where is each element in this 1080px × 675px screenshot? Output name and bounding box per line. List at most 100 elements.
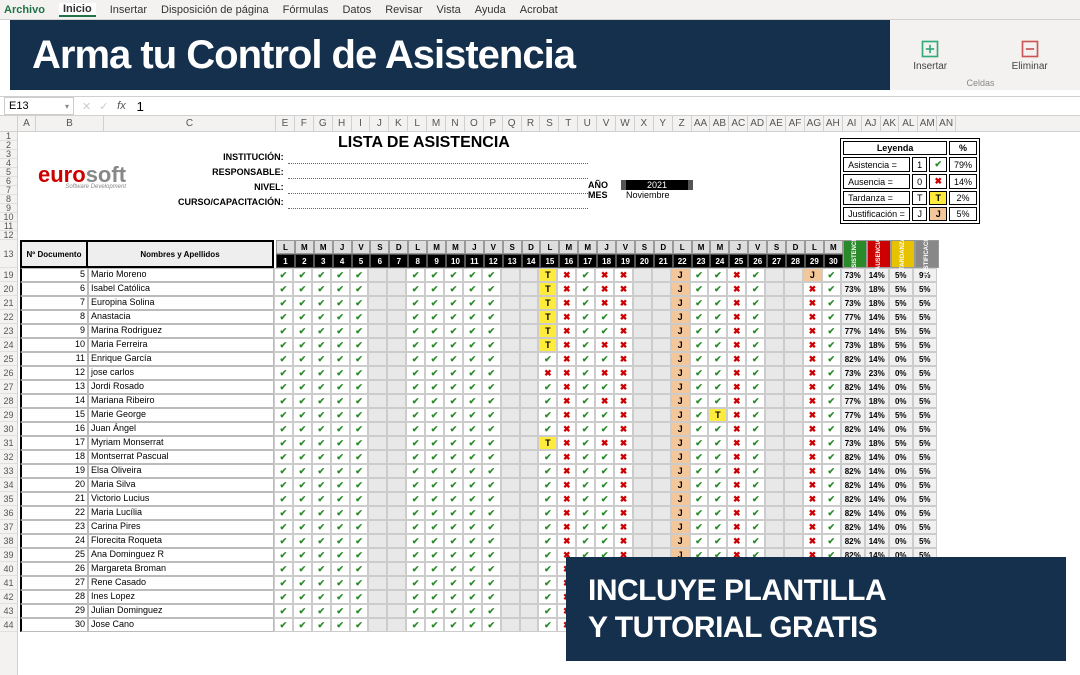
attendance-cell[interactable]: ✔: [595, 408, 614, 422]
attendance-cell[interactable]: ✖: [557, 282, 576, 296]
insert-cells-button[interactable]: Insertar: [913, 39, 947, 72]
attendance-cell[interactable]: [633, 296, 652, 310]
attendance-cell[interactable]: J: [671, 436, 690, 450]
attendance-cell[interactable]: ✖: [557, 394, 576, 408]
attendance-cell[interactable]: ✔: [406, 380, 425, 394]
attendance-cell[interactable]: ✔: [312, 464, 331, 478]
attendance-cell[interactable]: ✔: [425, 464, 444, 478]
attendance-cell[interactable]: ✔: [274, 534, 293, 548]
attendance-cell[interactable]: [387, 492, 406, 506]
attendance-cell[interactable]: ✖: [727, 324, 746, 338]
attendance-cell[interactable]: ✔: [406, 562, 425, 576]
attendance-cell[interactable]: ✔: [444, 576, 463, 590]
attendance-cell[interactable]: ✔: [293, 618, 312, 632]
attendance-cell[interactable]: ✔: [482, 422, 501, 436]
attendance-cell[interactable]: ✔: [690, 464, 709, 478]
attendance-cell[interactable]: ✔: [482, 282, 501, 296]
attendance-cell[interactable]: ✔: [274, 422, 293, 436]
attendance-cell[interactable]: [368, 352, 387, 366]
attendance-cell[interactable]: ✔: [312, 296, 331, 310]
col-B[interactable]: B: [36, 116, 104, 131]
attendance-cell[interactable]: [765, 408, 784, 422]
attendance-cell[interactable]: ✖: [727, 338, 746, 352]
attendance-cell[interactable]: ✔: [312, 590, 331, 604]
table-row[interactable]: 14Mariana Ribeiro✔✔✔✔✔✔✔✔✔✔✔✖✔✖✖J✔✔✖✔✖✔7…: [18, 394, 1080, 408]
attendance-cell[interactable]: ✖: [557, 436, 576, 450]
attendance-cell[interactable]: ✔: [746, 380, 765, 394]
attendance-cell[interactable]: [784, 352, 803, 366]
attendance-cell[interactable]: ✔: [482, 324, 501, 338]
col-H[interactable]: H: [333, 116, 352, 131]
attendance-cell[interactable]: [652, 408, 671, 422]
attendance-cell[interactable]: ✔: [746, 520, 765, 534]
attendance-cell[interactable]: ✖: [803, 394, 822, 408]
attendance-cell[interactable]: ✔: [425, 310, 444, 324]
attendance-cell[interactable]: ✔: [444, 548, 463, 562]
attendance-cell[interactable]: ✖: [727, 282, 746, 296]
attendance-cell[interactable]: ✔: [690, 478, 709, 492]
table-row[interactable]: 13Jordi Rosado✔✔✔✔✔✔✔✔✔✔✔✖✔✔✖J✔✔✖✔✖✔82%1…: [18, 380, 1080, 394]
attendance-cell[interactable]: ✔: [463, 618, 482, 632]
attendance-cell[interactable]: ✖: [727, 352, 746, 366]
table-row[interactable]: 17Myriam Monserrat✔✔✔✔✔✔✔✔✔✔T✖✔✖✖J✔✔✖✔✖✔…: [18, 436, 1080, 450]
attendance-cell[interactable]: ✔: [482, 576, 501, 590]
attendance-cell[interactable]: [387, 352, 406, 366]
attendance-cell[interactable]: ✔: [708, 478, 727, 492]
attendance-cell[interactable]: ✔: [538, 492, 557, 506]
attendance-cell[interactable]: ✔: [350, 534, 369, 548]
attendance-cell[interactable]: ✔: [406, 436, 425, 450]
attendance-cell[interactable]: ✔: [482, 394, 501, 408]
attendance-cell[interactable]: ✔: [482, 534, 501, 548]
attendance-cell[interactable]: [520, 366, 539, 380]
attendance-cell[interactable]: [652, 422, 671, 436]
attendance-cell[interactable]: [520, 478, 539, 492]
attendance-cell[interactable]: [633, 506, 652, 520]
attendance-cell[interactable]: T: [538, 296, 557, 310]
attendance-cell[interactable]: J: [671, 408, 690, 422]
attendance-cell[interactable]: ✔: [312, 380, 331, 394]
attendance-cell[interactable]: [387, 548, 406, 562]
attendance-cell[interactable]: [633, 268, 652, 282]
attendance-cell[interactable]: ✔: [312, 450, 331, 464]
attendance-cell[interactable]: ✔: [293, 282, 312, 296]
table-row[interactable]: 19Elsa Oliveira✔✔✔✔✔✔✔✔✔✔✔✖✔✔✖J✔✔✖✔✖✔82%…: [18, 464, 1080, 478]
attendance-cell[interactable]: ✔: [444, 394, 463, 408]
attendance-cell[interactable]: J: [671, 324, 690, 338]
attendance-cell[interactable]: [368, 604, 387, 618]
attendance-cell[interactable]: ✖: [557, 534, 576, 548]
attendance-cell[interactable]: ✖: [614, 520, 633, 534]
attendance-cell[interactable]: [633, 324, 652, 338]
attendance-cell[interactable]: ✖: [803, 408, 822, 422]
attendance-cell[interactable]: ✔: [482, 590, 501, 604]
table-row[interactable]: 10Maria Ferreira✔✔✔✔✔✔✔✔✔✔T✖✔✖✖J✔✔✖✔✖✔73…: [18, 338, 1080, 352]
attendance-cell[interactable]: ✖: [614, 352, 633, 366]
attendance-cell[interactable]: ✔: [576, 408, 595, 422]
attendance-cell[interactable]: ✔: [425, 548, 444, 562]
attendance-cell[interactable]: [501, 282, 520, 296]
attendance-cell[interactable]: ✔: [746, 366, 765, 380]
attendance-cell[interactable]: [368, 310, 387, 324]
attendance-cell[interactable]: [765, 324, 784, 338]
attendance-cell[interactable]: ✔: [708, 352, 727, 366]
attendance-cell[interactable]: ✔: [576, 338, 595, 352]
attendance-cell[interactable]: [387, 366, 406, 380]
attendance-cell[interactable]: ✔: [444, 268, 463, 282]
attendance-cell[interactable]: [387, 618, 406, 632]
attendance-cell[interactable]: ✔: [293, 478, 312, 492]
attendance-cell[interactable]: T: [538, 282, 557, 296]
attendance-cell[interactable]: ✔: [538, 534, 557, 548]
attendance-cell[interactable]: ✖: [614, 422, 633, 436]
attendance-cell[interactable]: [368, 338, 387, 352]
attendance-cell[interactable]: [652, 310, 671, 324]
attendance-cell[interactable]: ✖: [614, 492, 633, 506]
attendance-cell[interactable]: ✔: [350, 562, 369, 576]
attendance-cell[interactable]: [652, 282, 671, 296]
attendance-cell[interactable]: [501, 450, 520, 464]
attendance-cell[interactable]: ✖: [538, 366, 557, 380]
attendance-cell[interactable]: ✔: [274, 464, 293, 478]
attendance-cell[interactable]: [652, 506, 671, 520]
attendance-cell[interactable]: ✔: [822, 310, 841, 324]
attendance-cell[interactable]: ✔: [350, 604, 369, 618]
attendance-cell[interactable]: [520, 562, 539, 576]
attendance-cell[interactable]: ✔: [406, 352, 425, 366]
